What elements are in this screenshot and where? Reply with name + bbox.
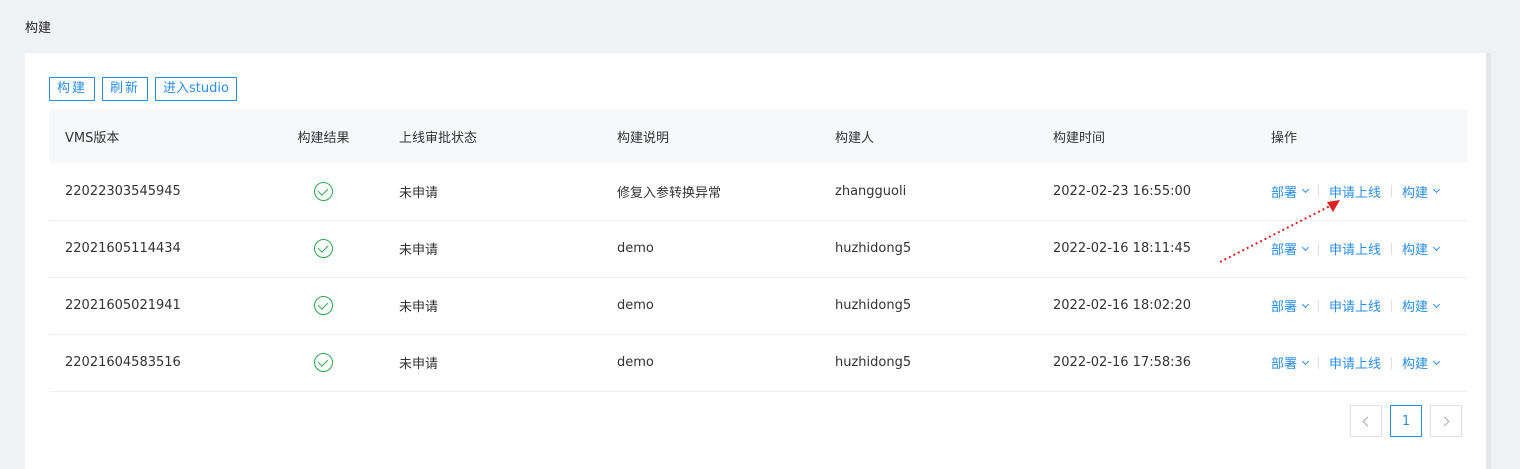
table-row: 22021604583516 未申请 demo huzhidong5 2022-… (49, 334, 1467, 391)
build-table: VMS版本 构建结果 上线审批状态 构建说明 构建人 构建时间 操作 22022… (49, 109, 1467, 392)
divider (1391, 356, 1393, 369)
deploy-dropdown[interactable]: 部署 (1271, 353, 1310, 372)
chevron-down-icon (1433, 357, 1441, 365)
build-panel: 构建 刷新 进入studio VMS版本 构建结果 上线审批状态 构建说明 构建… (25, 53, 1491, 469)
header-build-time: 构建时间 (1053, 130, 1106, 146)
build-label: 构建 (1402, 357, 1429, 372)
cell-builder: huzhidong5 (835, 298, 912, 313)
deploy-label: 部署 (1271, 300, 1298, 315)
build-dropdown[interactable]: 构建 (1402, 353, 1441, 372)
header-version: VMS版本 (65, 130, 120, 146)
check-circle-icon (314, 353, 333, 372)
apply-online-link[interactable]: 申请上线 (1329, 353, 1381, 372)
chevron-down-icon (1433, 300, 1441, 308)
build-dropdown[interactable]: 构建 (1402, 239, 1441, 258)
deploy-label: 部署 (1271, 357, 1298, 372)
page-title: 构建 (25, 21, 52, 36)
apply-online-link[interactable]: 申请上线 (1329, 296, 1381, 315)
cell-version: 22022303545945 (65, 183, 181, 199)
divider (1318, 356, 1320, 369)
cell-version: 22021605021941 (65, 298, 181, 313)
row-actions: 部署 申请上线 构建 (1271, 182, 1467, 201)
table-row: 22022303545945 未申请 修复入参转换异常 zhangguoli 2… (49, 163, 1467, 220)
deploy-dropdown[interactable]: 部署 (1271, 182, 1310, 201)
check-circle-icon (314, 296, 333, 315)
apply-online-link[interactable]: 申请上线 (1329, 239, 1381, 258)
page-number-button[interactable]: 1 (1390, 405, 1422, 437)
divider (1391, 299, 1393, 312)
deploy-dropdown[interactable]: 部署 (1271, 239, 1310, 258)
deploy-label: 部署 (1271, 243, 1298, 258)
header-result: 构建结果 (297, 130, 350, 146)
refresh-button[interactable]: 刷新 (102, 77, 149, 101)
cell-description: 修复入参转换异常 (617, 185, 722, 201)
cell-version: 22021604583516 (65, 355, 181, 370)
divider (1318, 242, 1320, 255)
divider (1391, 242, 1393, 255)
cell-approval: 未申请 (399, 357, 439, 372)
cell-builder: huzhidong5 (835, 241, 912, 256)
pagination: 1 (1350, 405, 1462, 437)
deploy-dropdown[interactable]: 部署 (1271, 296, 1310, 315)
row-actions: 部署 申请上线 构建 (1271, 353, 1467, 372)
cell-builder: huzhidong5 (835, 355, 912, 370)
table-row: 22021605114434 未申请 demo huzhidong5 2022-… (49, 220, 1467, 277)
chevron-down-icon (1301, 300, 1310, 308)
chevron-right-icon (1439, 416, 1450, 426)
table-row: 22021605021941 未申请 demo huzhidong5 2022-… (49, 277, 1467, 334)
check-circle-icon (314, 181, 333, 201)
divider (1391, 185, 1393, 198)
build-button[interactable]: 构建 (49, 77, 96, 101)
cell-approval: 未申请 (399, 185, 439, 201)
cell-build-time: 2022-02-23 16:55:00 (1053, 183, 1192, 199)
cell-description: demo (617, 241, 654, 256)
header-builder: 构建人 (835, 130, 875, 146)
build-label: 构建 (1402, 185, 1429, 201)
apply-online-link[interactable]: 申请上线 (1329, 182, 1381, 201)
divider (1318, 299, 1320, 312)
header-description: 构建说明 (617, 130, 670, 146)
header-actions: 操作 (1271, 130, 1298, 146)
chevron-left-icon (1362, 416, 1373, 426)
cell-version: 22021605114434 (65, 241, 181, 256)
build-dropdown[interactable]: 构建 (1402, 296, 1441, 315)
cell-builder: zhangguoli (835, 183, 907, 199)
row-actions: 部署 申请上线 构建 (1271, 296, 1467, 315)
chevron-down-icon (1301, 243, 1310, 251)
cell-description: demo (617, 355, 654, 370)
chevron-down-icon (1433, 243, 1441, 251)
build-label: 构建 (1402, 243, 1429, 258)
cell-approval: 未申请 (399, 300, 439, 315)
table-header-row: VMS版本 构建结果 上线审批状态 构建说明 构建人 构建时间 操作 (49, 109, 1467, 163)
prev-page-button[interactable] (1350, 405, 1382, 437)
enter-studio-button[interactable]: 进入studio (155, 77, 237, 101)
deploy-label: 部署 (1271, 185, 1298, 201)
cell-build-time: 2022-02-16 18:11:45 (1053, 241, 1192, 256)
build-label: 构建 (1402, 300, 1429, 315)
next-page-button[interactable] (1430, 405, 1462, 437)
toolbar: 构建 刷新 进入studio (49, 77, 237, 101)
cell-build-time: 2022-02-16 17:58:36 (1053, 355, 1192, 370)
chevron-down-icon (1301, 357, 1310, 365)
cell-description: demo (617, 298, 654, 313)
build-dropdown[interactable]: 构建 (1402, 182, 1441, 201)
chevron-down-icon (1433, 186, 1441, 194)
row-actions: 部署 申请上线 构建 (1271, 239, 1467, 258)
cell-build-time: 2022-02-16 18:02:20 (1053, 298, 1192, 313)
header-approval-status: 上线审批状态 (399, 130, 478, 146)
divider (1318, 185, 1320, 198)
check-circle-icon (314, 239, 333, 258)
cell-approval: 未申请 (399, 243, 439, 258)
chevron-down-icon (1301, 186, 1310, 194)
